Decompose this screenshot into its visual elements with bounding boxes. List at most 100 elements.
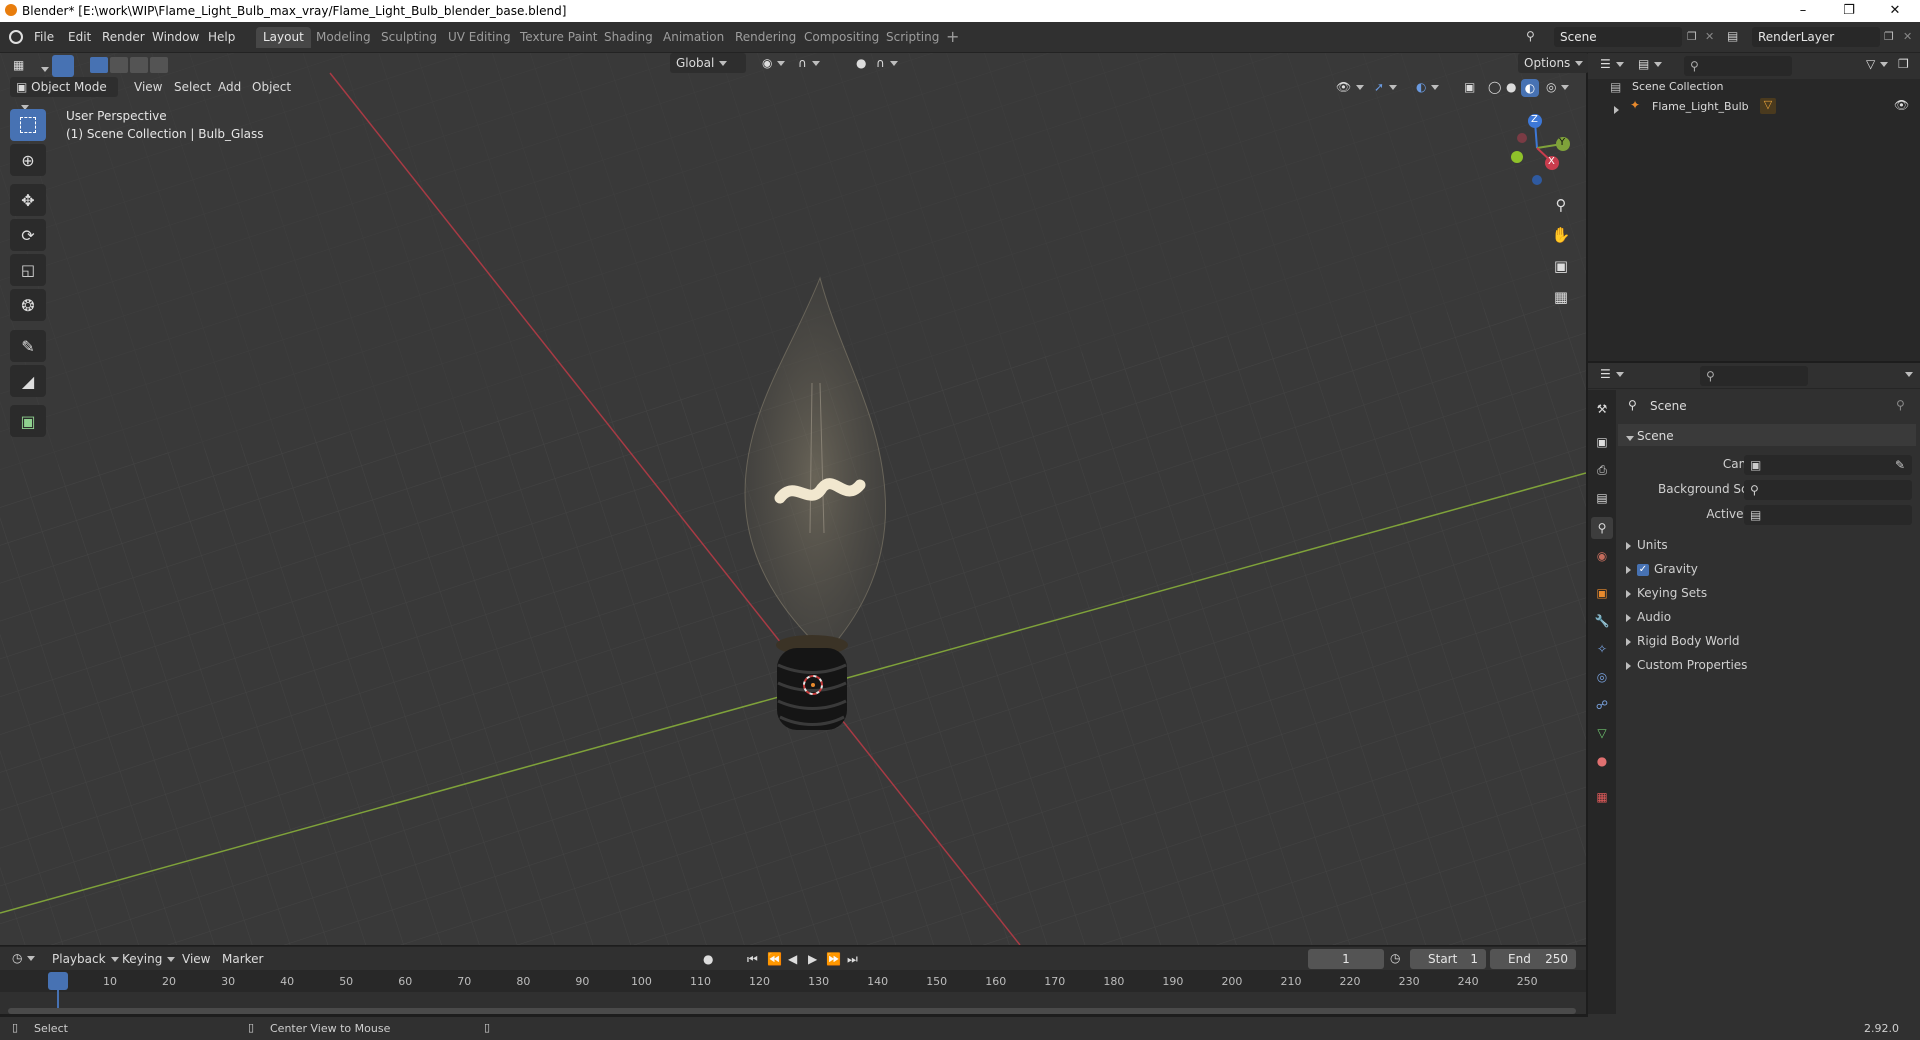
gravity-section[interactable]: ✓ Gravity [1626, 562, 1698, 576]
timeline-scrollbar[interactable] [8, 1008, 1576, 1014]
viewport-menu-select[interactable]: Select [168, 77, 217, 97]
pan-hand-icon[interactable]: ✋ [1548, 222, 1574, 248]
xray-icon[interactable]: ▣ [1458, 77, 1481, 97]
tab-layout[interactable]: Layout [256, 27, 311, 48]
falloff-icon[interactable]: ∩ [870, 53, 904, 73]
overlay-icon[interactable]: ◐ [1410, 77, 1445, 97]
play-reverse-icon[interactable]: ◀ [788, 952, 797, 966]
camera-view-icon[interactable]: ▣ [1548, 253, 1574, 279]
custom-properties-section[interactable]: Custom Properties [1626, 658, 1747, 672]
properties-options-caret-icon[interactable] [1900, 367, 1913, 381]
solid-shading-icon[interactable]: ● [1500, 77, 1522, 97]
menu-render[interactable]: Render [102, 30, 145, 44]
jump-start-icon[interactable]: ⏮ [747, 952, 758, 967]
menu-file[interactable]: File [34, 30, 54, 44]
tab-texture-paint[interactable]: Texture Paint [513, 27, 604, 48]
render-tab-icon[interactable]: ▣ [1591, 431, 1613, 453]
visibility-eye-icon[interactable]: 👁 [1894, 98, 1909, 112]
next-keyframe-icon[interactable]: ⏩ [826, 952, 841, 966]
zoom-icon[interactable]: ⚲ [1548, 192, 1574, 218]
scene-name-field[interactable]: Scene [1554, 27, 1682, 47]
maximize-button[interactable]: ❐ [1826, 0, 1872, 22]
annotate-tool[interactable]: ✎ [10, 330, 46, 362]
view-layer-field[interactable]: RenderLayer [1752, 27, 1880, 47]
viewport-menu-object[interactable]: Object [246, 77, 297, 97]
rigid-body-world-section[interactable]: Rigid Body World [1626, 634, 1740, 648]
scene-icon[interactable]: ⚲ [1526, 29, 1542, 45]
expand-arrow-icon[interactable] [1614, 102, 1625, 116]
add-cube-tool[interactable]: ▣ [10, 405, 46, 437]
delete-scene-icon[interactable]: ✕ [1705, 30, 1714, 43]
texture-tab-icon[interactable]: ▦ [1591, 786, 1613, 808]
modifier-filter-icon[interactable]: ▽ [1760, 98, 1776, 114]
editor-type-icon[interactable]: ▦ [13, 58, 33, 76]
menu-edit[interactable]: Edit [68, 30, 91, 44]
properties-editor-icon[interactable]: ☰ [1600, 367, 1624, 381]
close-button[interactable]: ✕ [1872, 0, 1918, 22]
record-icon[interactable]: ● [703, 952, 713, 966]
ortho-grid-icon[interactable]: ▦ [1548, 284, 1574, 310]
transform-orientation-dropdown[interactable]: Global [670, 53, 746, 73]
jump-end-icon[interactable]: ⏭ [847, 952, 858, 967]
properties-search-input[interactable]: ⚲ [1700, 366, 1808, 386]
visibility-icon[interactable]: 👁 [1330, 77, 1370, 97]
new-view-layer-icon[interactable]: ❐ [1884, 30, 1894, 43]
tab-animation[interactable]: Animation [656, 27, 731, 48]
current-frame-field[interactable]: 1 [1308, 949, 1384, 969]
cursor-tool[interactable]: ⊕ [10, 144, 46, 176]
playhead-marker[interactable] [48, 972, 68, 990]
start-frame-field[interactable]: Start 1 [1410, 949, 1486, 969]
clock-icon[interactable]: ◷ [1390, 951, 1400, 965]
new-collection-icon[interactable]: ❐ [1898, 57, 1909, 71]
blender-menu-icon[interactable] [9, 30, 23, 44]
outliner-search-input[interactable]: ⚲ [1684, 56, 1792, 76]
world-tab-icon[interactable]: ◉ [1591, 545, 1613, 567]
play-icon[interactable]: ▶ [808, 952, 817, 966]
modifier-tab-icon[interactable]: 🔧 [1591, 610, 1613, 632]
move-tool[interactable]: ✥ [10, 184, 46, 216]
tab-shading[interactable]: Shading [597, 27, 660, 48]
active-clip-field[interactable] [1744, 505, 1912, 525]
add-workspace-icon[interactable]: + [946, 27, 959, 46]
select-invert-icon[interactable] [150, 57, 168, 73]
select-mode-button[interactable] [52, 55, 74, 77]
marker-menu[interactable]: Marker [216, 949, 269, 969]
gravity-checkbox[interactable]: ✓ [1637, 563, 1649, 576]
object-mode-dropdown[interactable]: ▣ Object Mode [10, 77, 118, 110]
eyedropper-icon[interactable]: ✎ [1895, 458, 1905, 472]
outliner-editor-icon[interactable]: ☰ [1600, 57, 1624, 71]
menu-help[interactable]: Help [208, 30, 235, 44]
viewport-menu-add[interactable]: Add [212, 77, 247, 97]
select-extend-icon[interactable] [110, 57, 128, 73]
options-dropdown[interactable]: Options [1518, 53, 1590, 73]
units-section[interactable]: Units [1626, 538, 1668, 552]
constraints-tab-icon[interactable]: ☍ [1591, 694, 1613, 716]
gizmo-icon[interactable]: ➚ [1368, 77, 1403, 97]
end-frame-field[interactable]: End 250 [1490, 949, 1576, 969]
tab-scripting[interactable]: Scripting [879, 27, 946, 48]
timeline-view-menu[interactable]: View [176, 949, 216, 969]
object-tab-icon[interactable]: ▣ [1591, 582, 1613, 604]
outliner-scene-collection[interactable]: Scene Collection [1632, 80, 1723, 93]
snap-icon[interactable]: ∩ [792, 53, 826, 73]
particles-tab-icon[interactable]: ✧ [1591, 638, 1613, 660]
material-tab-icon[interactable]: ● [1591, 750, 1613, 772]
measure-tool[interactable]: ◢ [10, 365, 46, 397]
timeline-editor-icon[interactable]: ◷ [12, 951, 36, 965]
select-box-tool[interactable] [10, 109, 46, 141]
prev-keyframe-icon[interactable]: ⏪ [767, 952, 782, 966]
editor-type-caret-icon[interactable] [36, 62, 49, 76]
minimize-button[interactable]: – [1780, 0, 1826, 22]
menu-window[interactable]: Window [152, 30, 199, 44]
audio-section[interactable]: Audio [1626, 610, 1671, 624]
display-mode-icon[interactable]: ▤ [1638, 57, 1663, 71]
new-scene-icon[interactable]: ❐ [1687, 30, 1697, 43]
pin-icon[interactable]: ⚲ [1896, 398, 1905, 412]
3d-viewport[interactable] [0, 53, 1586, 945]
viewport-menu-view[interactable]: View [128, 77, 168, 97]
physics-tab-icon[interactable]: ◎ [1591, 666, 1613, 688]
tab-rendering[interactable]: Rendering [728, 27, 803, 48]
keying-sets-section[interactable]: Keying Sets [1626, 586, 1707, 600]
keying-menu[interactable]: Keying [116, 949, 181, 969]
select-set-icon[interactable] [90, 57, 108, 73]
